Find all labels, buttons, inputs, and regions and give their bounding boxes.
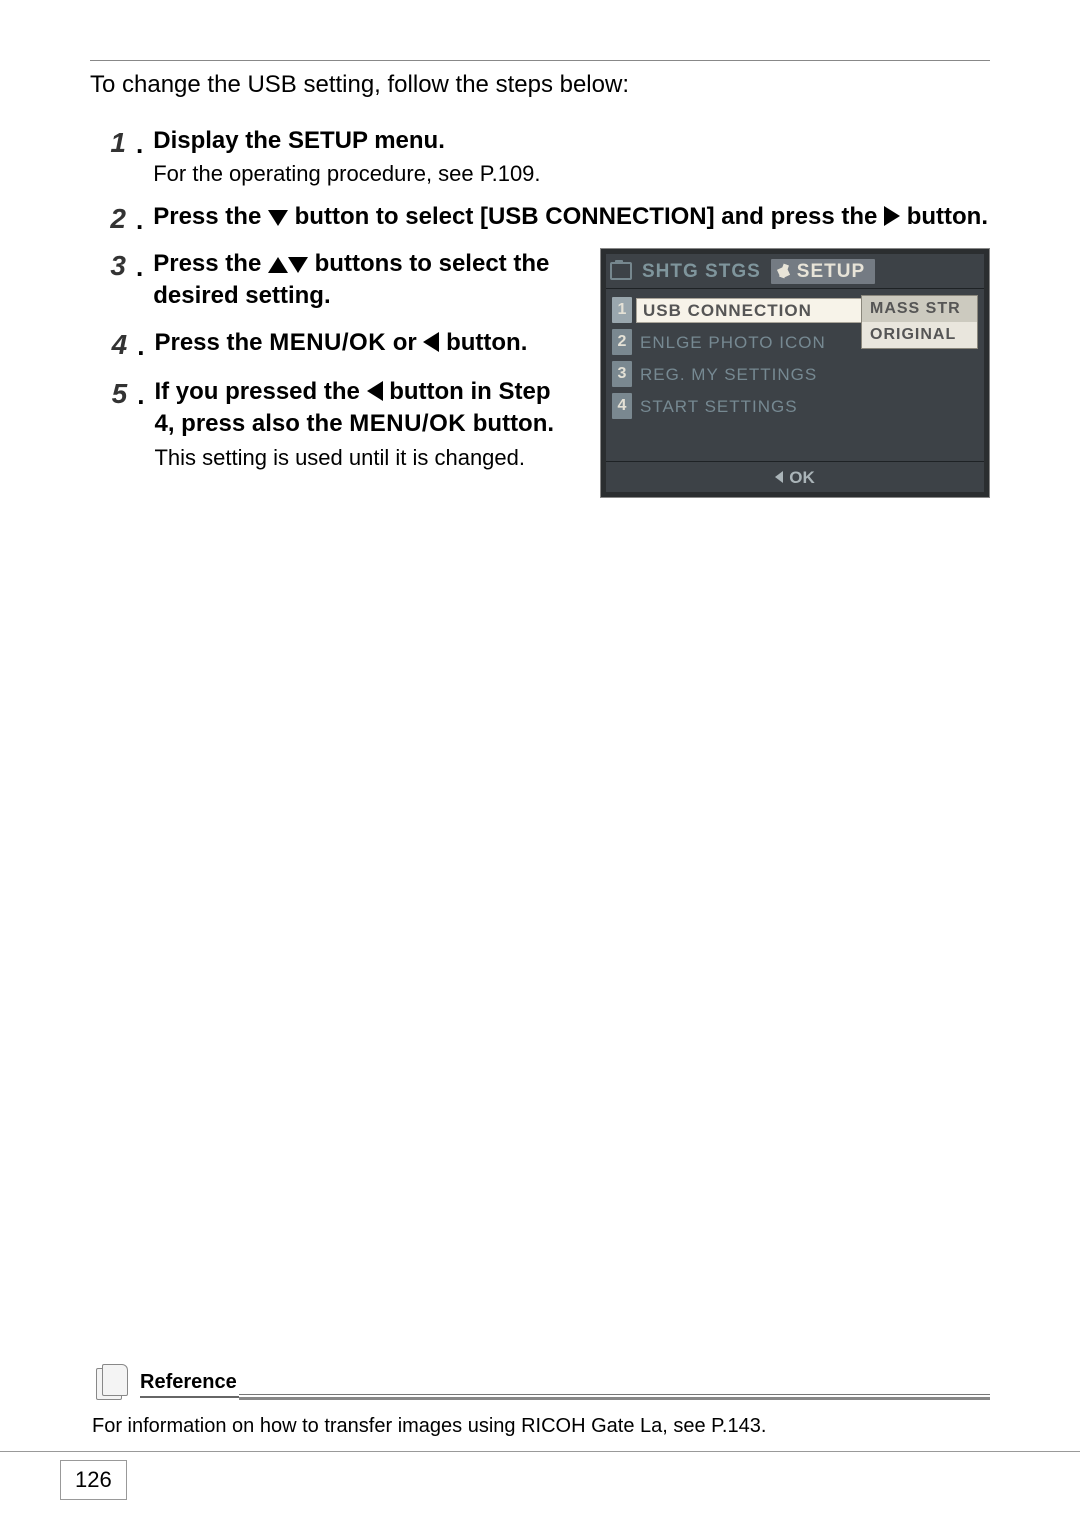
row-label: REG. MY SETTINGS — [636, 366, 978, 383]
step-5-sub: This setting is used until it is changed… — [154, 443, 570, 473]
document-stack-icon — [90, 1364, 134, 1404]
step-3-head: Press the buttons to select the desired … — [153, 248, 570, 313]
step-2-head: Press the button to select [USB CONNECTI… — [153, 201, 990, 233]
step-4-post: button. — [446, 329, 527, 356]
setup-row-4: 4 START SETTINGS — [612, 391, 978, 421]
page-footer-rule — [0, 1451, 1080, 1452]
tab-setup-label: SETUP — [797, 262, 865, 281]
step-4-pre: Press the — [154, 329, 269, 356]
row-label: START SETTINGS — [636, 398, 978, 415]
reference-body: For information on how to transfer image… — [90, 1403, 990, 1438]
step-4-mid: or — [393, 329, 424, 356]
step-5-post: button. — [473, 410, 554, 437]
step-number: 4 — [91, 327, 127, 362]
step-2-post: button. — [907, 203, 988, 230]
row-index: 3 — [612, 361, 632, 387]
wrench-icon — [775, 262, 793, 280]
step-dot: . — [137, 327, 144, 362]
setup-row-3: 3 REG. MY SETTINGS — [612, 359, 978, 389]
left-triangle-icon — [367, 381, 383, 401]
step-1-head: Display the SETUP menu. — [153, 125, 990, 157]
step-4-head: Press the MENU/OK or button. — [154, 327, 527, 362]
footer-ok: OK — [789, 469, 815, 486]
step-5-head: If you pressed the button in Step 4, pre… — [154, 376, 570, 441]
step-2-pre: Press the — [153, 203, 268, 230]
camera-icon — [610, 262, 632, 280]
step-1-sub: For the operating procedure, see P.109. — [153, 159, 990, 189]
down-triangle-icon — [288, 257, 308, 273]
camera-setup-screenshot: SHTG STGS SETUP 1 USB CONNECTION — [600, 248, 990, 498]
reference-box: Reference For information on how to tran… — [90, 1365, 990, 1438]
tab-setup: SETUP — [771, 259, 875, 284]
step-dot: . — [136, 201, 143, 236]
camera-footer: OK — [606, 461, 984, 492]
left-arrow-icon — [775, 471, 783, 483]
row-index: 2 — [612, 329, 632, 355]
step-dot: . — [136, 125, 143, 189]
step-number: 2 — [90, 201, 126, 236]
step-number: 1 — [90, 125, 126, 189]
step-5-pre: If you pressed the — [154, 378, 366, 405]
tab-shooting-settings: SHTG STGS — [642, 262, 761, 281]
row-selected-label: USB CONNECTION — [636, 298, 863, 323]
row-index: 1 — [612, 297, 632, 323]
down-triangle-icon — [268, 210, 288, 226]
dropdown-option-selected: MASS STR — [862, 296, 977, 322]
up-triangle-icon — [268, 257, 288, 273]
usb-connection-dropdown: MASS STR ORIGINAL — [861, 295, 978, 349]
left-triangle-icon — [423, 332, 439, 352]
menu-ok-label: MENU/OK — [269, 329, 386, 356]
step-dot: . — [137, 376, 144, 472]
reference-label: Reference — [140, 1371, 239, 1398]
row-index: 4 — [612, 393, 632, 419]
step-number: 5 — [91, 376, 127, 472]
dropdown-option: ORIGINAL — [862, 322, 977, 348]
menu-ok-label: MENU/OK — [349, 410, 466, 437]
step-3-pre: Press the — [153, 250, 268, 277]
intro-text: To change the USB setting, follow the st… — [90, 71, 990, 99]
right-triangle-icon — [884, 206, 900, 226]
page-number: 126 — [60, 1460, 127, 1500]
step-2-mid: button to select [USB CONNECTION] and pr… — [295, 203, 884, 230]
